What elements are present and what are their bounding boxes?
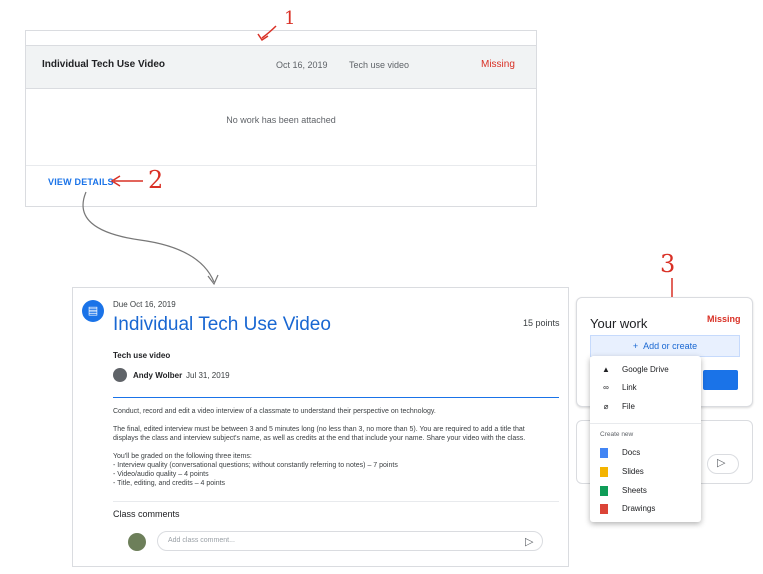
post-date: Jul 31, 2019 bbox=[186, 371, 230, 380]
menu-item-docs[interactable]: Docs bbox=[600, 448, 640, 458]
connector-arrow bbox=[82, 191, 215, 283]
avatar bbox=[128, 533, 146, 551]
sheets-icon bbox=[600, 486, 608, 496]
menu-item-label: Link bbox=[622, 383, 637, 392]
drive-icon: ▲ bbox=[602, 365, 610, 374]
status-badge: Missing bbox=[707, 314, 741, 324]
docs-icon bbox=[600, 448, 608, 458]
divider bbox=[113, 397, 559, 398]
assignment-subtitle: Tech use video bbox=[113, 351, 171, 360]
menu-item-label: Docs bbox=[622, 448, 641, 458]
mark-as-done-button[interactable] bbox=[703, 370, 738, 390]
menu-item-google-drive[interactable]: ▲ Google Drive bbox=[600, 365, 669, 374]
slides-icon bbox=[600, 467, 608, 477]
assignment-detail-card: ▤ Due Oct 16, 2019 Individual Tech Use V… bbox=[72, 287, 569, 567]
menu-item-slides[interactable]: Slides bbox=[600, 467, 644, 477]
annotation-2: 2 bbox=[148, 166, 164, 194]
add-or-create-label: Add or create bbox=[643, 341, 698, 351]
author-name: Andy Wolber bbox=[133, 371, 183, 380]
description-line: You'll be graded on the following three … bbox=[113, 453, 252, 460]
description-line: displays the class and interview subject… bbox=[113, 435, 526, 442]
menu-item-label: Google Drive bbox=[622, 365, 669, 374]
class-comments-label: Class comments bbox=[113, 509, 180, 519]
description-line: - Video/audio quality – 4 points bbox=[113, 471, 209, 478]
menu-item-label: Slides bbox=[622, 467, 644, 477]
annotation-1: 1 bbox=[284, 8, 296, 29]
description-line: Conduct, record and edit a video intervi… bbox=[113, 408, 436, 415]
send-icon[interactable]: ▷ bbox=[717, 456, 725, 469]
send-icon[interactable]: ▷ bbox=[525, 535, 533, 548]
menu-item-file[interactable]: ⌀ File bbox=[600, 402, 635, 411]
annotation-3: 3 bbox=[660, 250, 676, 278]
due-date: Due Oct 16, 2019 bbox=[113, 300, 176, 309]
your-work-title: Your work bbox=[590, 316, 648, 331]
assignment-icon: ▤ bbox=[82, 300, 104, 322]
menu-item-drawings[interactable]: Drawings bbox=[600, 504, 655, 514]
menu-item-sheets[interactable]: Sheets bbox=[600, 486, 647, 496]
page-title: Individual Tech Use Video bbox=[113, 314, 331, 335]
link-icon: ∞ bbox=[603, 383, 609, 392]
menu-item-label: Drawings bbox=[622, 504, 656, 514]
class-comment-input[interactable]: Add class comment... bbox=[157, 531, 543, 551]
add-or-create-button[interactable]: + Add or create bbox=[590, 335, 740, 357]
description-line: - Title, editing, and credits – 4 points bbox=[113, 480, 226, 487]
plus-icon: + bbox=[632, 341, 639, 351]
paperclip-icon: ⌀ bbox=[603, 402, 609, 411]
menu-item-label: File bbox=[622, 402, 635, 411]
menu-item-label: Sheets bbox=[622, 486, 647, 496]
arrow-1 bbox=[261, 25, 277, 39]
divider bbox=[590, 423, 701, 424]
description-line: - Interview quality (conversational ques… bbox=[113, 462, 398, 469]
description-line: The final, edited interview must be betw… bbox=[113, 426, 525, 433]
menu-item-link[interactable]: ∞ Link bbox=[600, 383, 637, 392]
create-new-label: Create new bbox=[600, 431, 634, 438]
points-label: 15 points bbox=[523, 318, 560, 328]
add-or-create-menu: ▲ Google Drive ∞ Link ⌀ File Create new Doc… bbox=[590, 356, 701, 522]
avatar bbox=[113, 368, 127, 382]
divider bbox=[113, 501, 559, 502]
drawings-icon bbox=[600, 504, 608, 514]
